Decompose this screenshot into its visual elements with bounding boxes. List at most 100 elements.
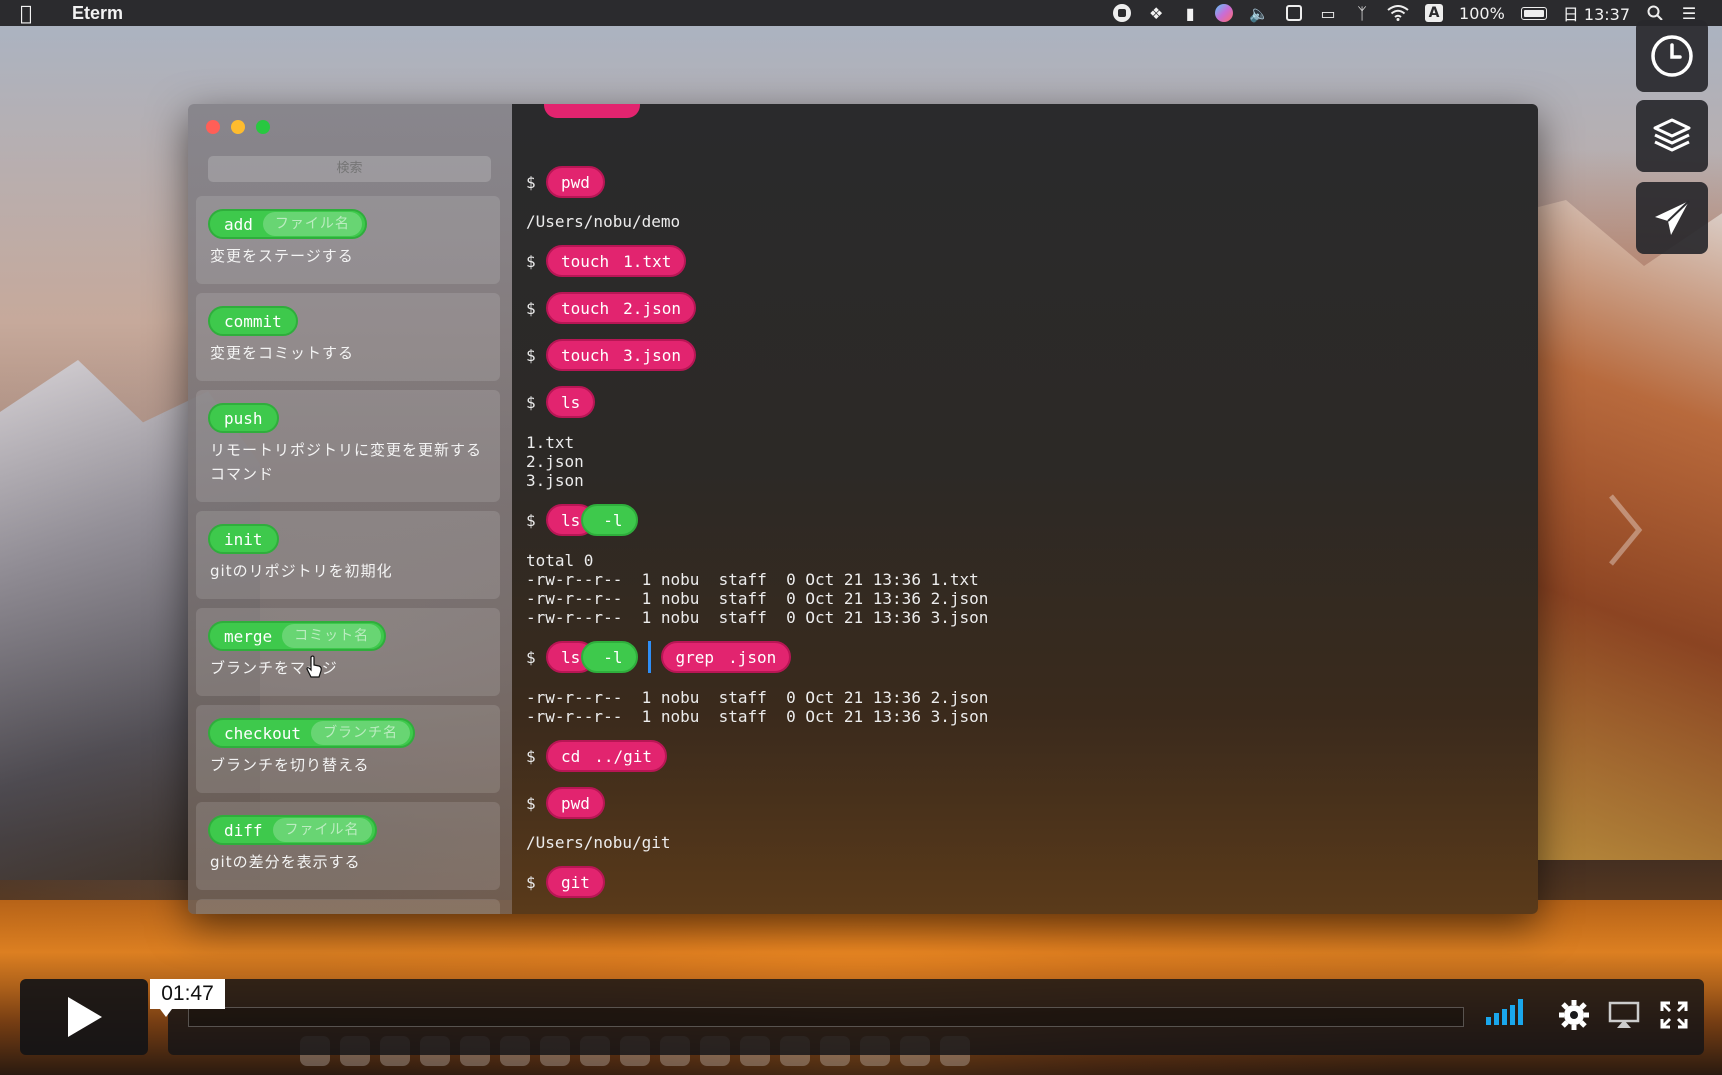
command-pill-diff[interactable]: diff ファイル名 (208, 815, 377, 845)
fullscreen-icon[interactable] (1656, 997, 1692, 1033)
option-pill[interactable]: -l (581, 504, 638, 536)
command-pill[interactable]: git (546, 866, 605, 898)
prompt-symbol: $ (526, 746, 536, 766)
command-card-diff[interactable]: diff ファイル名 gitの差分を表示する (196, 802, 500, 890)
command-pill[interactable]: ls (546, 386, 596, 418)
command-arg-placeholder: ブランチ名 (311, 721, 411, 745)
command-arg: .json (728, 647, 777, 667)
terminal-pane[interactable]: $ pwd /Users/nobu/demo $ touch 1.txt $ to… (512, 104, 1538, 914)
command-name: ls (561, 510, 581, 530)
terminal-command-line: $ touch 3.json (526, 339, 696, 371)
apple-menu-icon[interactable]:  (20, 1, 54, 25)
command-card-commit[interactable]: commit 変更をコミットする (196, 293, 500, 381)
volume-control[interactable] (1486, 999, 1523, 1025)
window-controls (206, 120, 270, 134)
command-arg: ../git (594, 746, 653, 766)
command-description: ブランチを切り替える (210, 756, 370, 774)
command-arg-placeholder: ファイル名 (262, 212, 362, 236)
command-card-partial[interactable] (196, 899, 500, 914)
airplay-icon[interactable] (1606, 997, 1642, 1033)
bluetooth-icon[interactable]: ᛉ (1353, 3, 1371, 23)
play-button[interactable] (20, 979, 148, 1055)
option-flag: -l (603, 510, 623, 530)
command-search-input[interactable] (208, 156, 491, 182)
menu-clock[interactable]: 日 13:37 (1563, 3, 1630, 24)
terminal-command-line: $ touch 2.json (526, 292, 696, 324)
share-button[interactable] (1636, 182, 1708, 254)
command-pill-checkout[interactable]: checkout ブランチ名 (208, 718, 416, 748)
progress-bar[interactable] (188, 1007, 1464, 1027)
terminal-command-line: $ ls -l grep .json (526, 641, 792, 673)
window-icon[interactable] (1285, 3, 1303, 23)
command-card-merge[interactable]: merge コミット名 ブランチをマージ (196, 608, 500, 696)
command-pill[interactable]: touch 3.json (546, 339, 696, 371)
command-name: grep (675, 647, 715, 667)
command-name: commit (224, 311, 282, 331)
command-description: gitのリポジトリを初期化 (210, 562, 393, 580)
command-description: gitの差分を表示する (210, 853, 361, 871)
video-player-controls (0, 975, 1722, 1075)
dropbox-icon[interactable]: ❖ (1147, 3, 1165, 23)
option-pill[interactable]: -l (581, 641, 638, 673)
command-pill-merge[interactable]: merge コミット名 (208, 621, 387, 651)
command-name: checkout (224, 723, 302, 743)
command-card-push[interactable]: push リモートリポジトリに変更を更新する コマンド (196, 390, 500, 502)
battery-icon (1520, 3, 1547, 23)
command-name: add (224, 214, 253, 234)
prompt-symbol: $ (526, 793, 536, 813)
airplay-icon[interactable]: ▭ (1319, 3, 1337, 23)
command-name: diff (224, 820, 263, 840)
prompt-symbol: $ (526, 251, 536, 271)
command-pill-init[interactable]: init (208, 524, 279, 554)
command-name: git (561, 872, 590, 892)
wifi-icon[interactable] (1387, 3, 1409, 23)
record-icon[interactable] (1113, 3, 1132, 23)
next-video-chevron-icon[interactable] (1605, 490, 1645, 570)
battery-percent[interactable]: 100% (1459, 3, 1505, 23)
watch-later-button[interactable] (1636, 20, 1708, 92)
minimize-window-button[interactable] (231, 120, 245, 134)
command-sidebar: add ファイル名 変更をステージする commit 変更をコミットする push… (188, 104, 512, 914)
command-card-add[interactable]: add ファイル名 変更をステージする (196, 196, 500, 284)
prompt-symbol: $ (526, 510, 536, 530)
app-menu[interactable]: Eterm (72, 3, 123, 24)
prompt-symbol: $ (526, 172, 536, 192)
command-card-init[interactable]: init gitのリポジトリを初期化 (196, 511, 500, 599)
collections-button[interactable] (1636, 100, 1708, 172)
command-name: init (224, 529, 263, 549)
play-icon (68, 997, 102, 1037)
settings-gear-icon[interactable] (1556, 997, 1592, 1033)
command-description: 変更をコミットする (210, 344, 355, 362)
command-name: cd (561, 746, 581, 766)
zoom-window-button[interactable] (256, 120, 270, 134)
command-name: ls (561, 392, 581, 412)
prompt-symbol: $ (526, 392, 536, 412)
command-card-checkout[interactable]: checkout ブランチ名 ブランチを切り替える (196, 705, 500, 793)
terminal-output: total 0 -rw-r--r-- 1 nobu staff 0 Oct 21… (526, 551, 989, 627)
command-pill[interactable]: pwd (546, 166, 605, 198)
siri-icon[interactable] (1215, 3, 1234, 23)
close-window-button[interactable] (206, 120, 220, 134)
command-pill[interactable]: touch 1.txt (546, 245, 687, 277)
bookmark-icon[interactable]: ▮ (1181, 3, 1199, 23)
layers-icon (1653, 118, 1691, 152)
command-pill-commit[interactable]: commit (208, 306, 298, 336)
command-pill[interactable]: touch 2.json (546, 292, 696, 324)
prompt-symbol: $ (526, 872, 536, 892)
command-name: ls (561, 647, 581, 667)
command-pill-add[interactable]: add ファイル名 (208, 209, 367, 239)
command-pill[interactable]: pwd (546, 787, 605, 819)
command-description: 変更をステージする (210, 247, 354, 265)
terminal-command-line: $ cd ../git (526, 740, 668, 772)
prompt-symbol: $ (526, 345, 536, 365)
command-pill[interactable]: cd ../git (546, 740, 668, 772)
option-flag: -l (603, 647, 623, 667)
command-pill-push[interactable]: push (208, 403, 279, 433)
command-pill[interactable]: grep .json (660, 641, 792, 673)
volume-icon[interactable]: 🔈 (1249, 3, 1269, 23)
clock-icon (1651, 35, 1693, 77)
command-arg-placeholder: コミット名 (282, 624, 382, 648)
terminal-command-line: $ pwd (526, 787, 605, 819)
input-source-icon[interactable]: A (1425, 3, 1444, 23)
control-bar (168, 979, 1704, 1055)
